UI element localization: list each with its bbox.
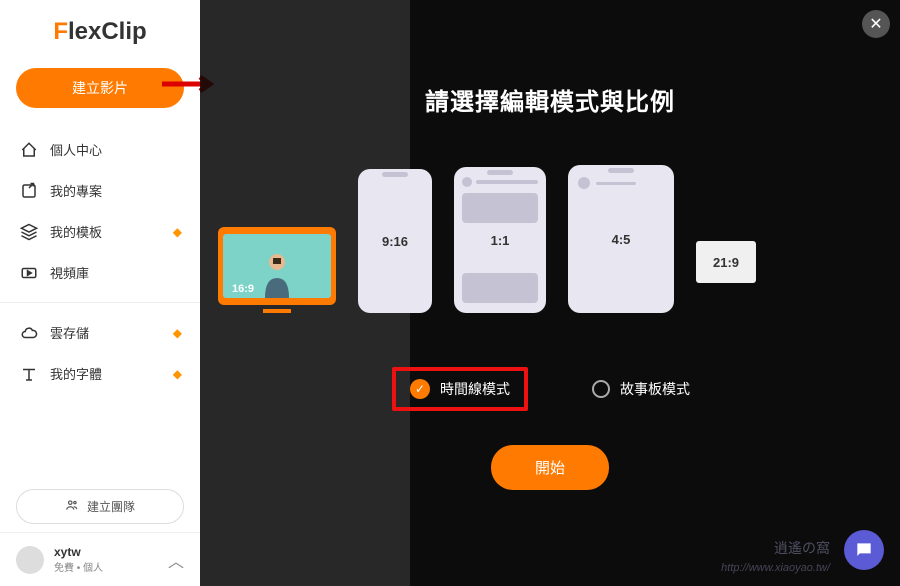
user-name: xytw	[54, 545, 158, 559]
user-menu[interactable]: xytw 免費 • 個人 ︿	[0, 532, 200, 586]
watermark-url: http://www.xiaoyao.tw/	[721, 562, 830, 574]
phone-shape: 4:5	[568, 165, 674, 313]
sidebar-item-label: 視頻庫	[50, 263, 89, 282]
create-video-button[interactable]: 建立影片	[16, 68, 184, 108]
avatar	[16, 546, 44, 574]
phone-shape: 9:16	[358, 169, 432, 313]
divider	[0, 302, 200, 303]
cloud-icon	[20, 324, 38, 342]
ratio-1-1[interactable]: 1:1	[454, 167, 546, 313]
premium-diamond-icon: ◆	[173, 326, 182, 340]
user-plan: 免費 • 個人	[54, 559, 158, 574]
ratio-16-9[interactable]: 16:9	[218, 227, 336, 313]
ratio-label: 16:9	[232, 283, 254, 295]
ratio-label: 1:1	[491, 233, 510, 248]
user-info: xytw 免費 • 個人	[54, 545, 158, 574]
premium-diamond-icon: ◆	[173, 367, 182, 381]
modal-title: 請選擇編輯模式與比例	[425, 82, 675, 117]
wide-shape: 21:9	[696, 241, 756, 283]
team-icon	[65, 498, 79, 515]
ratio-label: 4:5	[612, 232, 631, 247]
create-team-button[interactable]: 建立團隊	[16, 489, 184, 524]
mode-timeline[interactable]: ✓ 時間線模式	[394, 369, 526, 409]
nav-secondary: 雲存儲 ◆ 我的字體 ◆	[0, 309, 200, 397]
chat-support-button[interactable]	[844, 530, 884, 570]
mode-label: 故事板模式	[620, 379, 690, 399]
close-button[interactable]: ✕	[862, 10, 890, 38]
sidebar-item-label: 雲存儲	[50, 323, 89, 342]
chevron-up-icon: ︿	[168, 548, 184, 572]
logo-f-letter: F	[53, 18, 68, 45]
ratio-label: 21:9	[713, 255, 739, 270]
logo-rest: lexClip	[68, 18, 147, 45]
team-label: 建立團隊	[87, 498, 135, 515]
sidebar-item-projects[interactable]: 我的專案	[0, 171, 200, 210]
sidebar-item-label: 個人中心	[50, 140, 102, 159]
watermark-name: 逍遙の窩	[774, 538, 830, 558]
sidebar-item-fonts[interactable]: 我的字體 ◆	[0, 354, 200, 393]
mode-storyboard[interactable]: 故事板模式	[576, 369, 706, 409]
monitor-shape: 16:9	[218, 227, 336, 305]
radio-unchecked-icon	[592, 380, 610, 398]
ratio-9-16[interactable]: 9:16	[358, 169, 432, 313]
premium-diamond-icon: ◆	[173, 225, 182, 239]
ratio-options: 16:9 9:16 1:1	[200, 165, 900, 313]
sidebar-item-cloud[interactable]: 雲存儲 ◆	[0, 313, 200, 352]
ratio-21-9[interactable]: 21:9	[696, 241, 756, 313]
nav-main: 個人中心 我的專案 我的模板 ◆ 視頻庫	[0, 126, 200, 296]
ratio-4-5[interactable]: 4:5	[568, 165, 674, 313]
ratio-label: 9:16	[382, 234, 408, 249]
text-icon	[20, 365, 38, 383]
phone-shape: 1:1	[454, 167, 546, 313]
home-icon	[20, 141, 38, 159]
sidebar-item-label: 我的專案	[50, 181, 102, 200]
sidebar-item-templates[interactable]: 我的模板 ◆	[0, 212, 200, 251]
ratio-mode-modal: 請選擇編輯模式與比例 16:9 9:16	[200, 0, 900, 586]
sidebar-item-label: 我的字體	[50, 364, 102, 383]
mode-options: ✓ 時間線模式 故事板模式	[394, 369, 706, 409]
video-icon	[20, 264, 38, 282]
edit-icon	[20, 182, 38, 200]
sidebar-item-video-library[interactable]: 視頻庫	[0, 253, 200, 292]
logo: FlexClip	[0, 0, 200, 60]
start-button[interactable]: 開始	[491, 445, 609, 490]
sidebar-item-home[interactable]: 個人中心	[0, 130, 200, 169]
sidebar-item-label: 我的模板	[50, 222, 102, 241]
annotation-highlight	[392, 367, 528, 411]
layers-icon	[20, 223, 38, 241]
